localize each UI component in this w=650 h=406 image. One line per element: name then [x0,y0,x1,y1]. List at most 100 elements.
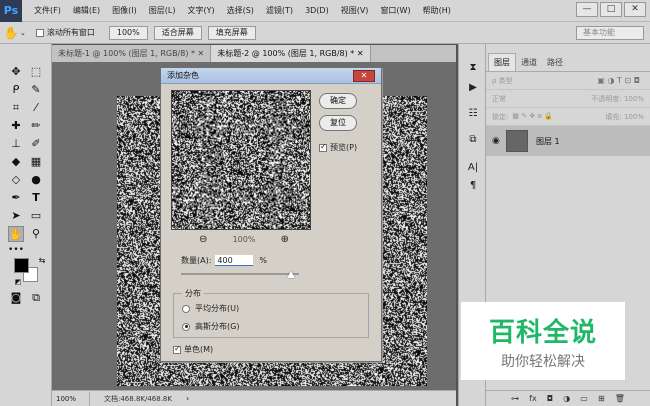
paragraph-panel-icon[interactable]: ¶ [464,178,482,194]
amount-input[interactable]: 400 [215,255,254,266]
close-icon[interactable]: ✕ [353,70,375,82]
screen-mode-icon[interactable]: ⧉ [28,290,44,306]
brush-tool-icon[interactable]: ✏ [28,118,44,134]
marquee-tool-icon[interactable]: ⬚ [28,64,44,80]
zoom-100-button[interactable]: 100% [108,25,148,40]
tab-paths[interactable]: 路径 [542,54,568,71]
healing-brush-tool-icon[interactable]: ✚ [8,118,24,134]
clone-source-icon[interactable]: ⧉ [464,132,482,148]
menu-item[interactable]: 选择(S) [221,0,260,22]
visibility-eye-icon[interactable]: ◉ [492,136,500,146]
gaussian-radio-row[interactable]: 高斯分布(G) [182,321,239,332]
tab-layers[interactable]: 图层 [488,53,516,71]
zoom-tool-icon[interactable]: ⚲ [28,226,44,242]
menu-item[interactable]: 图像(I) [106,0,143,22]
minimize-button[interactable]: — [576,2,598,17]
zoom-level[interactable]: 100% [52,391,90,406]
swap-colors-icon[interactable]: ⇆ [34,253,50,269]
zoom-in-icon[interactable]: ⊕ [281,234,289,245]
menu-item[interactable]: 滤镜(T) [260,0,299,22]
layer-style-icon[interactable]: fx [529,394,537,403]
monochromatic-checkbox-row[interactable]: 单色(M) [173,344,213,355]
preview-checkbox-row[interactable]: 预览(P) [319,142,357,153]
history-panel-icon[interactable]: ⧗ [464,60,482,76]
hand-tool-icon[interactable]: ✋ [8,226,24,242]
adjustment-layer-icon[interactable]: ◑ [563,394,570,403]
close-window-button[interactable]: ✕ [624,2,646,17]
blend-mode-select[interactable]: 正常 [492,94,550,104]
blur-tool-icon[interactable]: ◇ [8,172,24,188]
menu-item[interactable]: 帮助(H) [417,0,457,22]
menu-item[interactable]: 3D(D) [299,0,335,22]
menu-item[interactable]: 编辑(E) [67,0,106,22]
doc-tab-1[interactable]: 未标题-1 @ 100% (图层 1, RGB/8) * ✕ [52,45,212,62]
layer-thumbnail [506,130,528,152]
layer-filter-type[interactable]: ρ 类型 [492,76,513,86]
quick-mask-icon[interactable]: ◙ [8,290,24,306]
clone-stamp-tool-icon[interactable]: ⊥ [8,136,24,152]
menu-item[interactable]: 文字(Y) [181,0,220,22]
type-tool-icon[interactable]: T [28,190,44,206]
hand-tool-icon[interactable]: ✋ [2,26,20,40]
gradient-tool-icon[interactable]: ▦ [28,154,44,170]
reset-button[interactable]: 复位 [319,115,357,131]
preview-zoom-level: 100% [232,235,256,244]
monochromatic-checkbox[interactable] [173,344,181,354]
lasso-tool-icon[interactable]: ᑭ [8,82,24,98]
eyedropper-tool-icon[interactable]: ⁄ [28,100,44,116]
fill-screen-button[interactable]: 填充屏幕 [207,25,256,40]
menu-bar: Ps 文件(F) 编辑(E) 图像(I) 图层(L) 文字(Y) 选择(S) 滤镜(T) 3D… [0,0,650,22]
menu-item[interactable]: 图层(L) [143,0,182,22]
eraser-tool-icon[interactable]: ◆ [8,154,24,170]
amount-slider-thumb[interactable] [287,271,295,278]
layer-row[interactable]: ◉ 图层 1 [486,126,650,156]
pen-tool-icon[interactable]: ✒ [8,190,24,206]
properties-panel-icon[interactable]: ☷ [464,106,482,122]
gaussian-radio[interactable] [182,322,190,331]
layer-name[interactable]: 图层 1 [536,136,560,147]
layer-filter-row: ρ 类型 ▣ ◑ T ⊡ ◘ [486,72,650,90]
dialog-titlebar[interactable]: 添加杂色 ✕ [161,68,381,84]
tool-preset-chevron-icon[interactable]: ⌄ [20,29,26,37]
options-bar: ✋ ⌄ 滚动所有窗口 100% 适合屏幕 填充屏幕 基本功能 [0,22,650,44]
menu-item[interactable]: 文件(F) [28,0,67,22]
doc-tab-2[interactable]: 未标题-2 @ 100% (图层 1, RGB/8) * ✕ [211,45,371,62]
actions-play-icon[interactable]: ▶ [464,80,482,96]
fill-field[interactable]: 填充: 100% [605,112,644,122]
fit-screen-button[interactable]: 适合屏幕 [153,25,202,40]
delete-layer-icon[interactable]: 🗑 [615,394,625,403]
move-tool-icon[interactable]: ✥ [8,64,24,80]
more-tools-icon[interactable]: ••• [8,242,24,258]
menu-item[interactable]: 视图(V) [335,0,375,22]
foreground-color-swatch[interactable] [14,258,29,273]
path-select-tool-icon[interactable]: ➤ [8,208,24,224]
tab-channels[interactable]: 通道 [516,54,542,71]
filter-icons[interactable]: ▣ ◑ T ⊡ ◘ [597,76,640,85]
uniform-radio-row[interactable]: 平均分布(U) [182,303,239,314]
new-group-icon[interactable]: ▭ [580,394,588,403]
scroll-all-windows-checkbox[interactable]: 滚动所有窗口 [35,27,95,38]
dodge-tool-icon[interactable]: ● [28,172,44,188]
quick-select-tool-icon[interactable]: ✎ [28,82,44,98]
add-mask-icon[interactable]: ◘ [547,394,553,403]
workspace-select[interactable]: 基本功能 [576,26,644,40]
lock-icons[interactable]: ▩ ✎ ✥ ⧈ 🔒 [512,112,552,121]
uniform-radio[interactable] [182,304,190,313]
shape-tool-icon[interactable]: ▭ [28,208,44,224]
ok-button[interactable]: 确定 [319,93,357,109]
status-arrow-icon[interactable]: › [186,394,189,403]
default-colors-icon[interactable]: ◩ [10,274,26,290]
character-panel-icon[interactable]: A| [464,160,482,176]
new-layer-icon[interactable]: ⊞ [598,394,605,403]
dialog-title: 添加杂色 [167,71,199,80]
menu-item[interactable]: 窗口(W) [374,0,416,22]
crop-tool-icon[interactable]: ⌗ [8,100,24,116]
preview-checkbox[interactable] [319,142,327,152]
amount-slider-track[interactable] [181,273,299,275]
history-brush-tool-icon[interactable]: ✐ [28,136,44,152]
zoom-out-icon[interactable]: ⊖ [199,234,207,245]
link-layers-icon[interactable]: ⊶ [511,394,519,403]
noise-preview[interactable] [171,90,311,230]
opacity-field[interactable]: 不透明度: 100% [591,94,644,104]
maximize-button[interactable]: □ [600,2,622,17]
